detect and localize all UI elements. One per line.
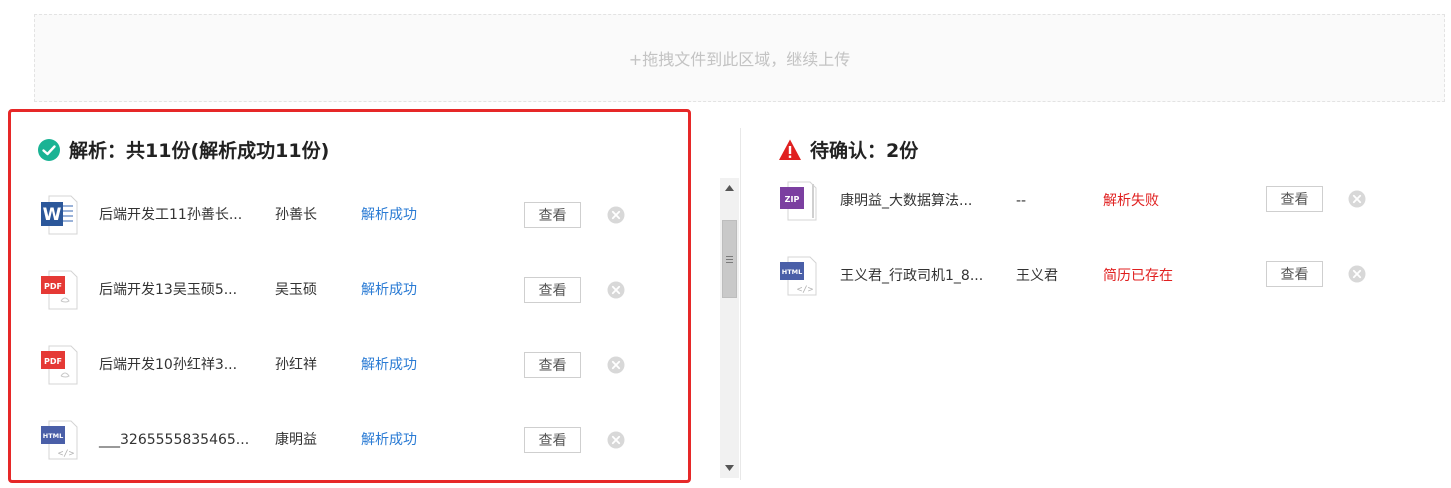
parsed-section-title-text: 解析：共11份(解析成功11份) <box>69 140 330 162</box>
pending-section-title: 待确认：2份 <box>778 136 918 163</box>
parsed-file-row: PDF 后端开发10孙红祥3... 孙红祥 解析成功 查看 <box>11 342 688 392</box>
svg-text:ZIP: ZIP <box>785 195 800 204</box>
pending-file-row: ZIP 康明益_大数据算法... -- 解析失败 查看 <box>0 178 1451 228</box>
candidate-name: 孙红祥 <box>275 357 317 373</box>
parse-status: 解析成功 <box>361 357 417 373</box>
parse-status: 简历已存在 <box>1103 268 1173 284</box>
svg-text:HTML: HTML <box>782 268 802 276</box>
svg-text:HTML: HTML <box>43 432 63 440</box>
pdf-file-icon: PDF <box>41 345 78 385</box>
file-name: ___3265555835465... <box>99 432 250 448</box>
pending-file-row: </> HTML 王义君_行政司机1_8... 王义君 简历已存在 查看 <box>0 253 1451 303</box>
upload-drop-zone[interactable]: +拖拽文件到此区域，继续上传 <box>34 14 1445 102</box>
zip-file-icon: ZIP <box>780 181 817 221</box>
scroll-down-arrow-icon[interactable] <box>720 460 739 476</box>
drop-zone-text: +拖拽文件到此区域，继续上传 <box>628 50 851 69</box>
candidate-name: 康明益 <box>275 432 317 448</box>
remove-circle-icon[interactable] <box>1348 265 1366 283</box>
html-file-icon: </> HTML <box>41 420 78 460</box>
svg-text:</>: </> <box>797 285 814 295</box>
remove-circle-icon[interactable] <box>607 356 625 374</box>
parse-status: 解析失败 <box>1103 193 1159 209</box>
html-file-icon: </> HTML <box>780 256 817 296</box>
candidate-name: 王义君 <box>1016 268 1058 284</box>
view-button[interactable]: 查看 <box>524 352 581 378</box>
svg-text:</>: </> <box>58 449 75 459</box>
remove-circle-icon[interactable] <box>607 431 625 449</box>
svg-text:PDF: PDF <box>44 357 62 366</box>
file-name: 王义君_行政司机1_8... <box>840 268 984 284</box>
view-button[interactable]: 查看 <box>1266 261 1323 287</box>
parsed-file-row: </> HTML ___3265555835465... 康明益 解析成功 查看 <box>11 417 688 467</box>
view-button[interactable]: 查看 <box>1266 186 1323 212</box>
remove-circle-icon[interactable] <box>1348 190 1366 208</box>
warning-triangle-icon <box>779 139 801 160</box>
check-circle-icon <box>38 138 60 161</box>
candidate-name: -- <box>1016 193 1027 209</box>
parse-status: 解析成功 <box>361 432 417 448</box>
parsed-section-title: 解析：共11份(解析成功11份) <box>37 136 329 163</box>
view-button[interactable]: 查看 <box>524 427 581 453</box>
pending-section-title-text: 待确认：2份 <box>810 140 919 162</box>
file-name: 康明益_大数据算法... <box>840 193 973 209</box>
file-name: 后端开发10孙红祥3... <box>99 357 238 373</box>
